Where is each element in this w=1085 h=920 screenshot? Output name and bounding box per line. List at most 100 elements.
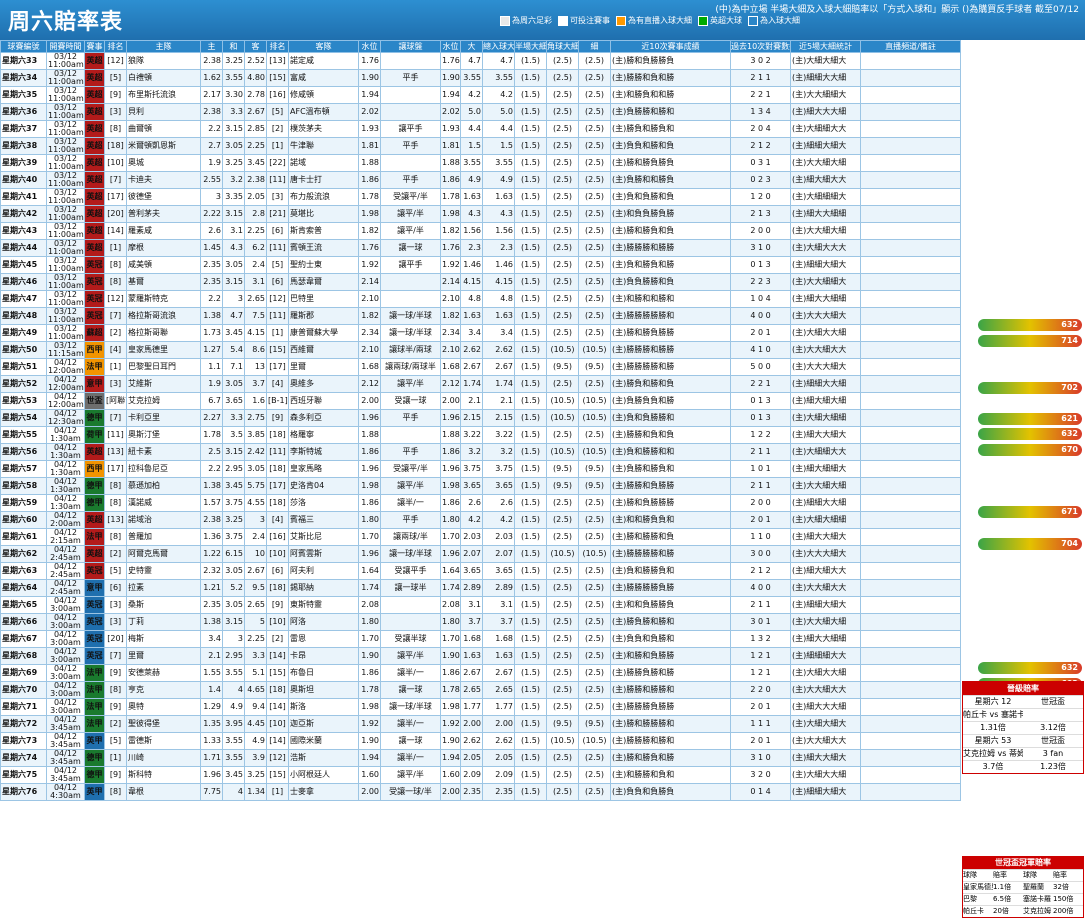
table-row[interactable]: 星期六60 04/12 2:00am 英超 [13] 諾域治 2.38 3.25 3 [4] 賓福三… xyxy=(0,511,961,529)
cell-league: 世盃 xyxy=(84,392,105,410)
channel-badge[interactable]: 704 xyxy=(978,537,1082,550)
table-row[interactable]: 星期六64 04/12 2:45am 意甲 [6] 拉素 1.21 5.2 9.5 [18] 錫耶納… xyxy=(0,579,961,597)
table-row[interactable]: 星期六67 04/12 3:00am 英冠 [20] 梅斯 3.4 3 2.25 [2] 雷恩 1.7… xyxy=(0,630,961,648)
table-row[interactable]: 星期六51 04/12 12:00am 法甲 [1] 巴黎聖日耳門 1.1 7.1 13 [17]… xyxy=(0,358,961,376)
cell-cr: (2.5) xyxy=(546,103,579,121)
table-row[interactable]: 星期六70 04/12 3:00am 法甲 [8] 亨克 1.4 4 4.65 [18] 奧斯坦 1.… xyxy=(0,681,961,699)
table-row[interactable]: 星期六43 03/12 11:00am 英超 [14] 羅素咸 2.6 3.1 2.25 [6] 斯… xyxy=(0,222,961,240)
table-row[interactable]: 星期六39 03/12 11:00am 英超 [10] 奧城 1.9 3.25 3.45 [22]… xyxy=(0,154,961,172)
cell-ou: 1.68 xyxy=(482,630,515,648)
table-row[interactable]: 星期六69 04/12 3:00am 法甲 [9] 安德萊赫 1.55 3.55 5.1 [15]… xyxy=(0,664,961,682)
cell-form: (主)大大大細大 xyxy=(790,545,861,563)
col-away: 客隊 xyxy=(288,40,359,53)
table-row[interactable]: 星期六54 04/12 12:30am 德甲 [7] 卡利亞里 2.27 3.3 2.75 [9]… xyxy=(0,409,961,427)
cell-fh: (1.5) xyxy=(514,579,547,597)
channel-badge[interactable]: 632 xyxy=(978,428,1082,441)
cell-a: 2.65 xyxy=(244,596,267,614)
table-row[interactable]: 星期六56 04/12 1:30am 英超 [13] 紐卡素 2.5 3.15 2.42 [11]… xyxy=(0,443,961,461)
cell-cr: (2.5) xyxy=(578,562,611,580)
table-row[interactable]: 星期六48 03/12 11:00am 英冠 [7] 格拉斯哥流浪 1.38 4.7 7.5 [1… xyxy=(0,307,961,325)
cell-home: 韋根 xyxy=(126,783,201,801)
table-row[interactable]: 星期六66 04/12 3:00am 英冠 [3] 丁莉 1.38 3.15 5 [10] 阿洛 1.… xyxy=(0,613,961,631)
channel-badge[interactable]: 702 xyxy=(978,381,1082,394)
cell-hr: [8] xyxy=(104,273,127,291)
channel-badge[interactable]: 714 xyxy=(978,334,1082,347)
table-row[interactable]: 星期六45 03/12 11:00am 英冠 [8] 咸美頓 2.35 3.05 2.4 [5] 聖… xyxy=(0,256,961,274)
cell-water: 1.70 xyxy=(358,528,381,546)
table-row[interactable]: 星期六57 04/12 1:30am 西甲 [17] 拉科魯尼亞 2.2 2.95 3.05 [1… xyxy=(0,460,961,478)
advance-odds-cell: 帕丘卡 vs 塞諾卡羅利亞 xyxy=(963,710,1023,719)
cell-h2h: 0 2 3 xyxy=(730,171,791,189)
cell-tv xyxy=(860,188,961,206)
legend-item: 英超大球 xyxy=(698,15,742,26)
cell-id: 星期六57 xyxy=(0,460,47,478)
table-row[interactable]: 星期六35 03/12 11:00am 英超 [9] 布里斯托流浪 2.17 3.30 2.78… xyxy=(0,86,961,104)
table-row[interactable]: 星期六36 03/12 11:00am 英超 [3] 貝利 2.38 3.3 2.67 [5] AF… xyxy=(0,103,961,121)
channel-badge[interactable]: 632 xyxy=(978,319,1082,332)
cell-ou: 1.63 xyxy=(482,307,515,325)
cell-league: 英冠 xyxy=(84,613,105,631)
cell-id: 星期六55 xyxy=(0,426,47,444)
table-row[interactable]: 星期六49 03/12 11:00am 蘇超 [2] 格拉斯哥聯 1.73 3.45 4.15[… xyxy=(0,324,961,342)
cell-hr: [1] xyxy=(104,358,127,376)
channel-badge[interactable]: 632 xyxy=(978,662,1082,675)
table-row[interactable]: 星期六44 03/12 11:00am 英超 [1] 摩根 1.45 4.3 6.2 [11] 賓頓… xyxy=(0,239,961,257)
cell-d: 3.75 xyxy=(222,494,245,512)
table-row[interactable]: 星期六73 04/12 3:45am 英甲 [5] 雷德斯 1.33 3.55 4.9 [14] 國… xyxy=(0,732,961,750)
cell-fh: (1.5) xyxy=(514,375,547,393)
advance-odds-cell: 1.31倍 xyxy=(980,723,1006,732)
cell-water: 1.76 xyxy=(440,52,461,70)
table-row[interactable]: 星期六74 04/12 3:45am 德甲 [1] 川崎 1.71 3.55 3.9 [12] 浩斯… xyxy=(0,749,961,767)
table-row[interactable]: 星期六34 03/12 11:00am 英超 [5] 白禮頓 1.62 3.55 4.80 [15… xyxy=(0,69,961,87)
cell-hdc: 讓球半/兩球 xyxy=(380,341,441,359)
table-row[interactable]: 星期六59 04/12 1:30am 德甲 [8] 漢諾威 1.57 3.75 4.55 [18]… xyxy=(0,494,961,512)
table-row[interactable]: 星期六72 04/12 3:45am 法甲 [2] 聖彼得堡 1.35 3.95 4.45 [10… xyxy=(0,715,961,733)
match-time: 12:00am xyxy=(48,366,84,375)
cell-d: 3.95 xyxy=(222,715,245,733)
cell-id: 星期六36 xyxy=(0,103,47,121)
cell-tv xyxy=(860,443,961,461)
table-row[interactable]: 星期六46 03/12 11:00am 英冠 [8] 基爾 2.35 3.15 3.1 [6] 馬瑟… xyxy=(0,273,961,291)
cell-time: 03/12 11:00am xyxy=(46,120,85,138)
cell-hdc: 讓平/半 xyxy=(380,647,441,665)
channel-badge[interactable]: 671 xyxy=(978,506,1082,519)
cell-h2h: 2 2 0 xyxy=(730,681,791,699)
table-row[interactable]: 星期六55 04/12 1:30am 荷甲 [11] 奧斯汀堡 1.78 3.5 3.85 [18… xyxy=(0,426,961,444)
cell-fh: (1.5) xyxy=(514,222,547,240)
cell-a: 1.34 xyxy=(244,783,267,801)
channel-badge[interactable]: 670 xyxy=(978,444,1082,456)
table-row[interactable]: 星期六75 04/12 3:45am 德甲 [9] 斯科特 1.96 3.45 3.25 [15]… xyxy=(0,766,961,784)
table-row[interactable]: 星期六61 04/12 2:15am 法甲 [8] 普羅加 1.36 3.75 2.4 [16] 艾… xyxy=(0,528,961,546)
table-row[interactable]: 星期六52 04/12 12:00am 意甲 [3] 艾維斯 1.9 3.05 3.7 [4] 奧維… xyxy=(0,375,961,393)
cell-home: 蒙羅斯特克 xyxy=(126,290,201,308)
cell-h2h: 3 1 0 xyxy=(730,749,791,767)
cell-home: 布里斯托流浪 xyxy=(126,86,201,104)
table-row[interactable]: 星期六65 04/12 3:00am 英冠 [3] 桑斯 2.35 3.05 2.65 [9] 東斯… xyxy=(0,596,961,614)
table-row[interactable]: 星期六63 04/12 2:45am 英冠 [5] 史特靈 2.32 3.05 2.67 [6] 阿… xyxy=(0,562,961,580)
cell-water: 1.98 xyxy=(440,698,461,716)
match-time: 3:00am xyxy=(50,604,81,613)
cell-fh: (1.5) xyxy=(514,86,547,104)
table-row[interactable]: 星期六38 03/12 11:00am 英超 [18] 米爾頓凱恩斯 2.7 3.05 2.25… xyxy=(0,137,961,155)
table-row[interactable]: 星期六62 04/12 2:45am 英超 [2] 阿爾克馬爾 1.22 6.15 10 [10]… xyxy=(0,545,961,563)
cell-tv xyxy=(860,256,961,274)
channel-badge[interactable]: 621 xyxy=(978,412,1082,425)
table-row[interactable]: 星期六50 03/12 11:15am 西甲 [4] 皇家馬德里 1.27 5.4 8.6 [15… xyxy=(0,341,961,359)
table-row[interactable]: 星期六42 03/12 11:00am 英超 [20] 普利茅夫 2.22 3.15 2.8 [2… xyxy=(0,205,961,223)
cell-water: 1.94 xyxy=(358,749,381,767)
table-row[interactable]: 星期六76 04/12 4:30am 英甲 [8] 韋根 7.75 4 1.34 [1] 士麥拿 2.… xyxy=(0,783,961,801)
cell-water: 2.10 xyxy=(358,290,381,308)
table-row[interactable]: 星期六5304/1212:00am世盃[阿聯酋]艾克拉姆6.73.651.6[B… xyxy=(0,392,961,410)
cell-d: 4.7 xyxy=(222,307,245,325)
table-row[interactable]: 星期六41 03/12 11:00am 英超 [17] 彼德堡 3 3.35 2.05 [3] 布力… xyxy=(0,188,961,206)
table-row[interactable]: 星期六47 03/12 11:00am 英冠 [12] 蒙羅斯特克 2.2 3 2.65 [12]… xyxy=(0,290,961,308)
table-row[interactable]: 星期六40 03/12 11:00am 英超 [7] 卡迪夫 2.55 3.2 2.38 [11]… xyxy=(0,171,961,189)
cell-recent: (主)勝和負勝勝勝 xyxy=(610,494,731,512)
cell-id: 星期六48 xyxy=(0,307,47,325)
table-row[interactable]: 星期六37 03/12 11:00am 英超 [8] 曲爾頓 2.2 3.15 2.85 [2] 樸… xyxy=(0,120,961,138)
table-row[interactable]: 星期六58 04/12 1:30am 德甲 [8] 慕遜加柏 1.38 3.45 5.75 [17… xyxy=(0,477,961,495)
cell-ou: 1.74 xyxy=(482,375,515,393)
table-row[interactable]: 星期六68 04/12 3:00am 英冠 [7] 里爾 2.1 2.95 3.3 [14] 卡昂 1… xyxy=(0,647,961,665)
table-row[interactable]: 星期六71 04/12 3:00am 法甲 [9] 奧特 1.29 4.9 9.4 [14] 斯洛 1… xyxy=(0,698,961,716)
table-row[interactable]: 星期六33 03/12 11:00am 英超 [12] 狼隊 2.38 3.25 2.52 [13… xyxy=(0,52,961,70)
